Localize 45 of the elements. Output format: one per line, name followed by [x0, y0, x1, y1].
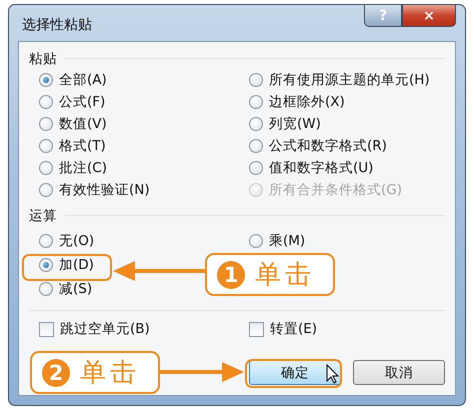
radio-label: 数值(V)	[59, 115, 107, 133]
radio-label: 公式和数字格式(R)	[269, 137, 387, 155]
step-number: 1	[217, 260, 245, 288]
cancel-button[interactable]: 取消	[353, 360, 445, 385]
radio-label: 公式(F)	[59, 93, 106, 111]
radio-label: 有效性验证(N)	[59, 181, 150, 199]
radio-label: 边框除外(X)	[269, 93, 345, 111]
close-button[interactable]: ×	[402, 5, 456, 27]
radio-button[interactable]	[249, 161, 263, 175]
radio-label: 值和数字格式(U)	[269, 159, 374, 177]
radio-label: 所有使用源主题的单元(H)	[269, 71, 430, 89]
radio-button[interactable]	[249, 95, 263, 109]
callout-text: 单击	[80, 357, 140, 390]
radio-label: 格式(T)	[59, 137, 106, 155]
radio-button[interactable]	[39, 282, 53, 296]
callout-text: 单击	[255, 259, 315, 292]
radio-button[interactable]	[39, 95, 53, 109]
radio-button[interactable]	[249, 139, 263, 153]
radio-button[interactable]	[39, 234, 53, 248]
radio-button[interactable]	[39, 258, 53, 272]
checkbox[interactable]	[39, 322, 54, 336]
radio-button[interactable]	[39, 117, 53, 131]
radio-button[interactable]	[249, 234, 263, 248]
radio-button[interactable]	[249, 73, 263, 87]
radio-button[interactable]	[39, 183, 53, 197]
radio-button[interactable]	[39, 73, 53, 87]
radio-label: 批注(C)	[59, 159, 107, 177]
radio-label: 列宽(W)	[269, 115, 321, 133]
radio-label: 乘(M)	[269, 232, 306, 250]
checkbox[interactable]	[249, 322, 264, 336]
group-label: 粘贴	[29, 50, 57, 68]
radio-label: 加(D)	[59, 256, 94, 274]
radio-button[interactable]	[39, 139, 53, 153]
group-label: 运算	[29, 206, 57, 224]
step-number: 2	[42, 358, 70, 386]
checkbox-label: 跳过空单元(B)	[60, 320, 150, 338]
radio-label: 减(S)	[59, 280, 92, 298]
radio-label: 全部(A)	[59, 71, 107, 89]
radio-label: 无(O)	[59, 232, 94, 250]
window-title: 选择性粘贴	[22, 16, 92, 34]
cursor-icon	[326, 364, 340, 384]
radio-label: 所有合并条件格式(G)	[269, 181, 402, 199]
radio-button[interactable]	[39, 161, 53, 175]
radio-button[interactable]	[249, 117, 263, 131]
checkbox-label: 转置(E)	[270, 320, 318, 338]
